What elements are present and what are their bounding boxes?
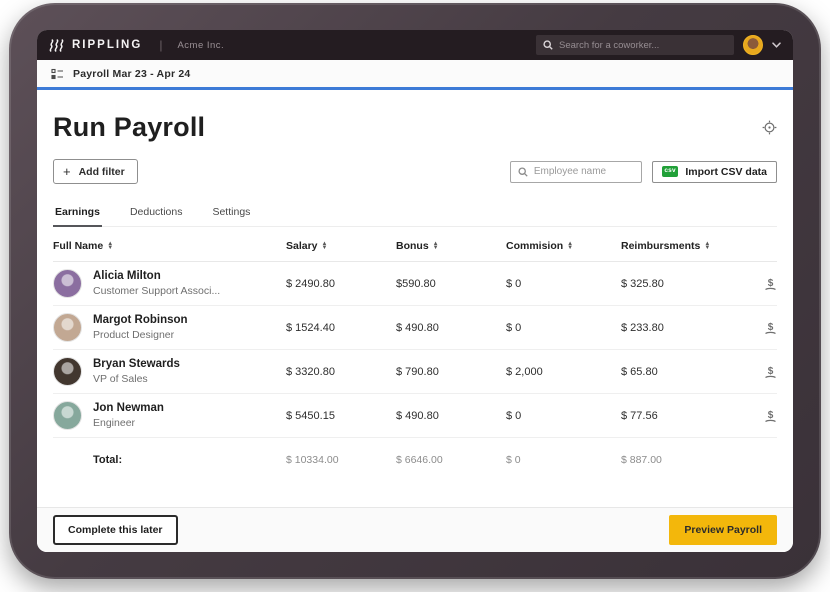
employee-title: VP of Sales (93, 373, 148, 386)
reimbursements-value: $ 233.80 (621, 321, 664, 334)
commission-value: $ 2,000 (506, 365, 543, 378)
commission-value: $ 0 (506, 409, 522, 422)
employee-name-input[interactable] (533, 166, 634, 177)
sort-icon: ▲ ▼ (432, 241, 439, 251)
table-total-row: Total: $ 10334.00 $ 6646.00 $ 0 $ 887.00 (53, 438, 777, 482)
table-header: Full Name ▲ ▼ Salary ▲ ▼ Bonus ▲ ▼ Commisio… (53, 227, 777, 262)
svg-text:$: $ (768, 278, 774, 289)
column-header-full-name[interactable]: Full Name ▲ ▼ (53, 240, 286, 252)
employee-title: Engineer (93, 417, 136, 430)
tab-bar: Earnings Deductions Settings (53, 202, 777, 227)
svg-text:$: $ (768, 322, 774, 333)
employee-name: Jon Newman (93, 401, 164, 414)
tablet-frame: RIPPLING | Acme Inc. Search for a cowork… (9, 3, 821, 579)
brand: RIPPLING | Acme Inc. (49, 38, 224, 52)
coworker-search[interactable] (536, 35, 734, 55)
sort-icon: ▲ ▼ (107, 241, 114, 251)
complete-later-button[interactable]: Complete this later (53, 515, 178, 545)
table-row: Bryan Stewards VP of Sales $ 3320.80 $ 7… (53, 350, 777, 394)
add-filter-label: Add filter (78, 165, 125, 178)
employee-title: Product Designer (93, 329, 175, 342)
total-reimbursements: $ 887.00 (621, 454, 662, 466)
download-payslip-icon[interactable]: $ (749, 409, 777, 423)
tab-settings[interactable]: Settings (210, 202, 252, 226)
reimbursements-value: $ 77.56 (621, 409, 658, 422)
avatar (53, 313, 82, 342)
gear-icon[interactable] (762, 120, 777, 135)
add-filter-button[interactable]: + Add filter (53, 159, 138, 184)
total-salary: $ 10334.00 (286, 454, 339, 466)
bonus-value: $ 490.80 (396, 321, 439, 334)
csv-file-icon: csv (661, 166, 679, 177)
bonus-value: $ 490.80 (396, 409, 439, 422)
salary-value: $ 3320.80 (286, 365, 335, 378)
salary-value: $ 5450.15 (286, 409, 335, 422)
column-header-reimbursements[interactable]: Reimbursments ▲ ▼ (621, 240, 749, 252)
column-header-bonus[interactable]: Bonus ▲ ▼ (396, 240, 506, 252)
plus-icon: + (63, 164, 71, 179)
table-row: Jon Newman Engineer $ 5450.15 $ 490.80 $… (53, 394, 777, 438)
commission-value: $ 0 (506, 321, 522, 334)
bonus-value: $ 790.80 (396, 365, 439, 378)
brand-separator: | (159, 38, 163, 52)
footer-bar: Complete this later Preview Payroll (37, 507, 793, 552)
avatar (53, 357, 82, 386)
table-row: Alicia Milton Customer Support Associ...… (53, 262, 777, 306)
total-label: Total: (93, 454, 123, 466)
breadcrumb[interactable]: Payroll Mar 23 - Apr 24 (73, 68, 190, 80)
search-icon (518, 166, 528, 177)
total-commission: $ 0 (506, 454, 521, 466)
page: RIPPLING | Acme Inc. Search for a cowork… (0, 0, 830, 592)
avatar (53, 401, 82, 430)
salary-value: $ 2490.80 (286, 277, 335, 290)
sort-icon: ▲ ▼ (567, 241, 574, 251)
chevron-down-icon[interactable] (772, 42, 781, 48)
user-avatar[interactable] (743, 35, 763, 55)
employee-name: Alicia Milton (93, 269, 161, 282)
total-bonus: $ 6646.00 (396, 454, 443, 466)
breadcrumb-bar: Payroll Mar 23 - Apr 24 (37, 60, 793, 90)
reimbursements-value: $ 325.80 (621, 277, 664, 290)
download-payslip-icon[interactable]: $ (749, 277, 777, 291)
search-icon (543, 40, 553, 50)
brand-name: RIPPLING (72, 39, 143, 51)
import-csv-label: Import CSV data (685, 165, 767, 178)
sort-icon: ▲ ▼ (321, 241, 328, 251)
employee-title: Customer Support Associ... (93, 285, 221, 298)
employee-name-search[interactable] (509, 160, 642, 183)
preview-payroll-button[interactable]: Preview Payroll (669, 515, 777, 545)
import-csv-button[interactable]: csv Import CSV data (651, 160, 777, 183)
bonus-value: $590.80 (396, 277, 436, 290)
rippling-logo-icon (48, 38, 66, 52)
reimbursements-value: $ 65.80 (621, 365, 658, 378)
svg-text:$: $ (768, 410, 774, 421)
sort-icon: ▲ ▼ (704, 241, 711, 251)
tab-deductions[interactable]: Deductions (128, 202, 185, 226)
download-payslip-icon[interactable]: $ (749, 321, 777, 335)
salary-value: $ 1524.40 (286, 321, 335, 334)
commission-value: $ 0 (506, 277, 522, 290)
top-navbar: RIPPLING | Acme Inc. (37, 30, 793, 60)
company-name: Acme Inc. (177, 39, 225, 51)
column-header-commission[interactable]: Commision ▲ ▼ (506, 240, 621, 252)
avatar (53, 269, 82, 298)
table-row: Margot Robinson Product Designer $ 1524.… (53, 306, 777, 350)
employee-name: Margot Robinson (93, 313, 188, 326)
app-screen: RIPPLING | Acme Inc. Search for a cowork… (37, 30, 793, 552)
content-area: Run Payroll + Add filter Employee name c… (37, 90, 793, 507)
tab-earnings[interactable]: Earnings (53, 202, 102, 227)
download-payslip-icon[interactable]: $ (749, 365, 777, 379)
employee-name: Bryan Stewards (93, 357, 180, 370)
svg-text:$: $ (768, 366, 774, 377)
column-header-salary[interactable]: Salary ▲ ▼ (286, 240, 396, 252)
coworker-search-input[interactable] (559, 39, 727, 51)
page-title: Run Payroll (53, 112, 206, 142)
payroll-list-icon (51, 68, 64, 80)
